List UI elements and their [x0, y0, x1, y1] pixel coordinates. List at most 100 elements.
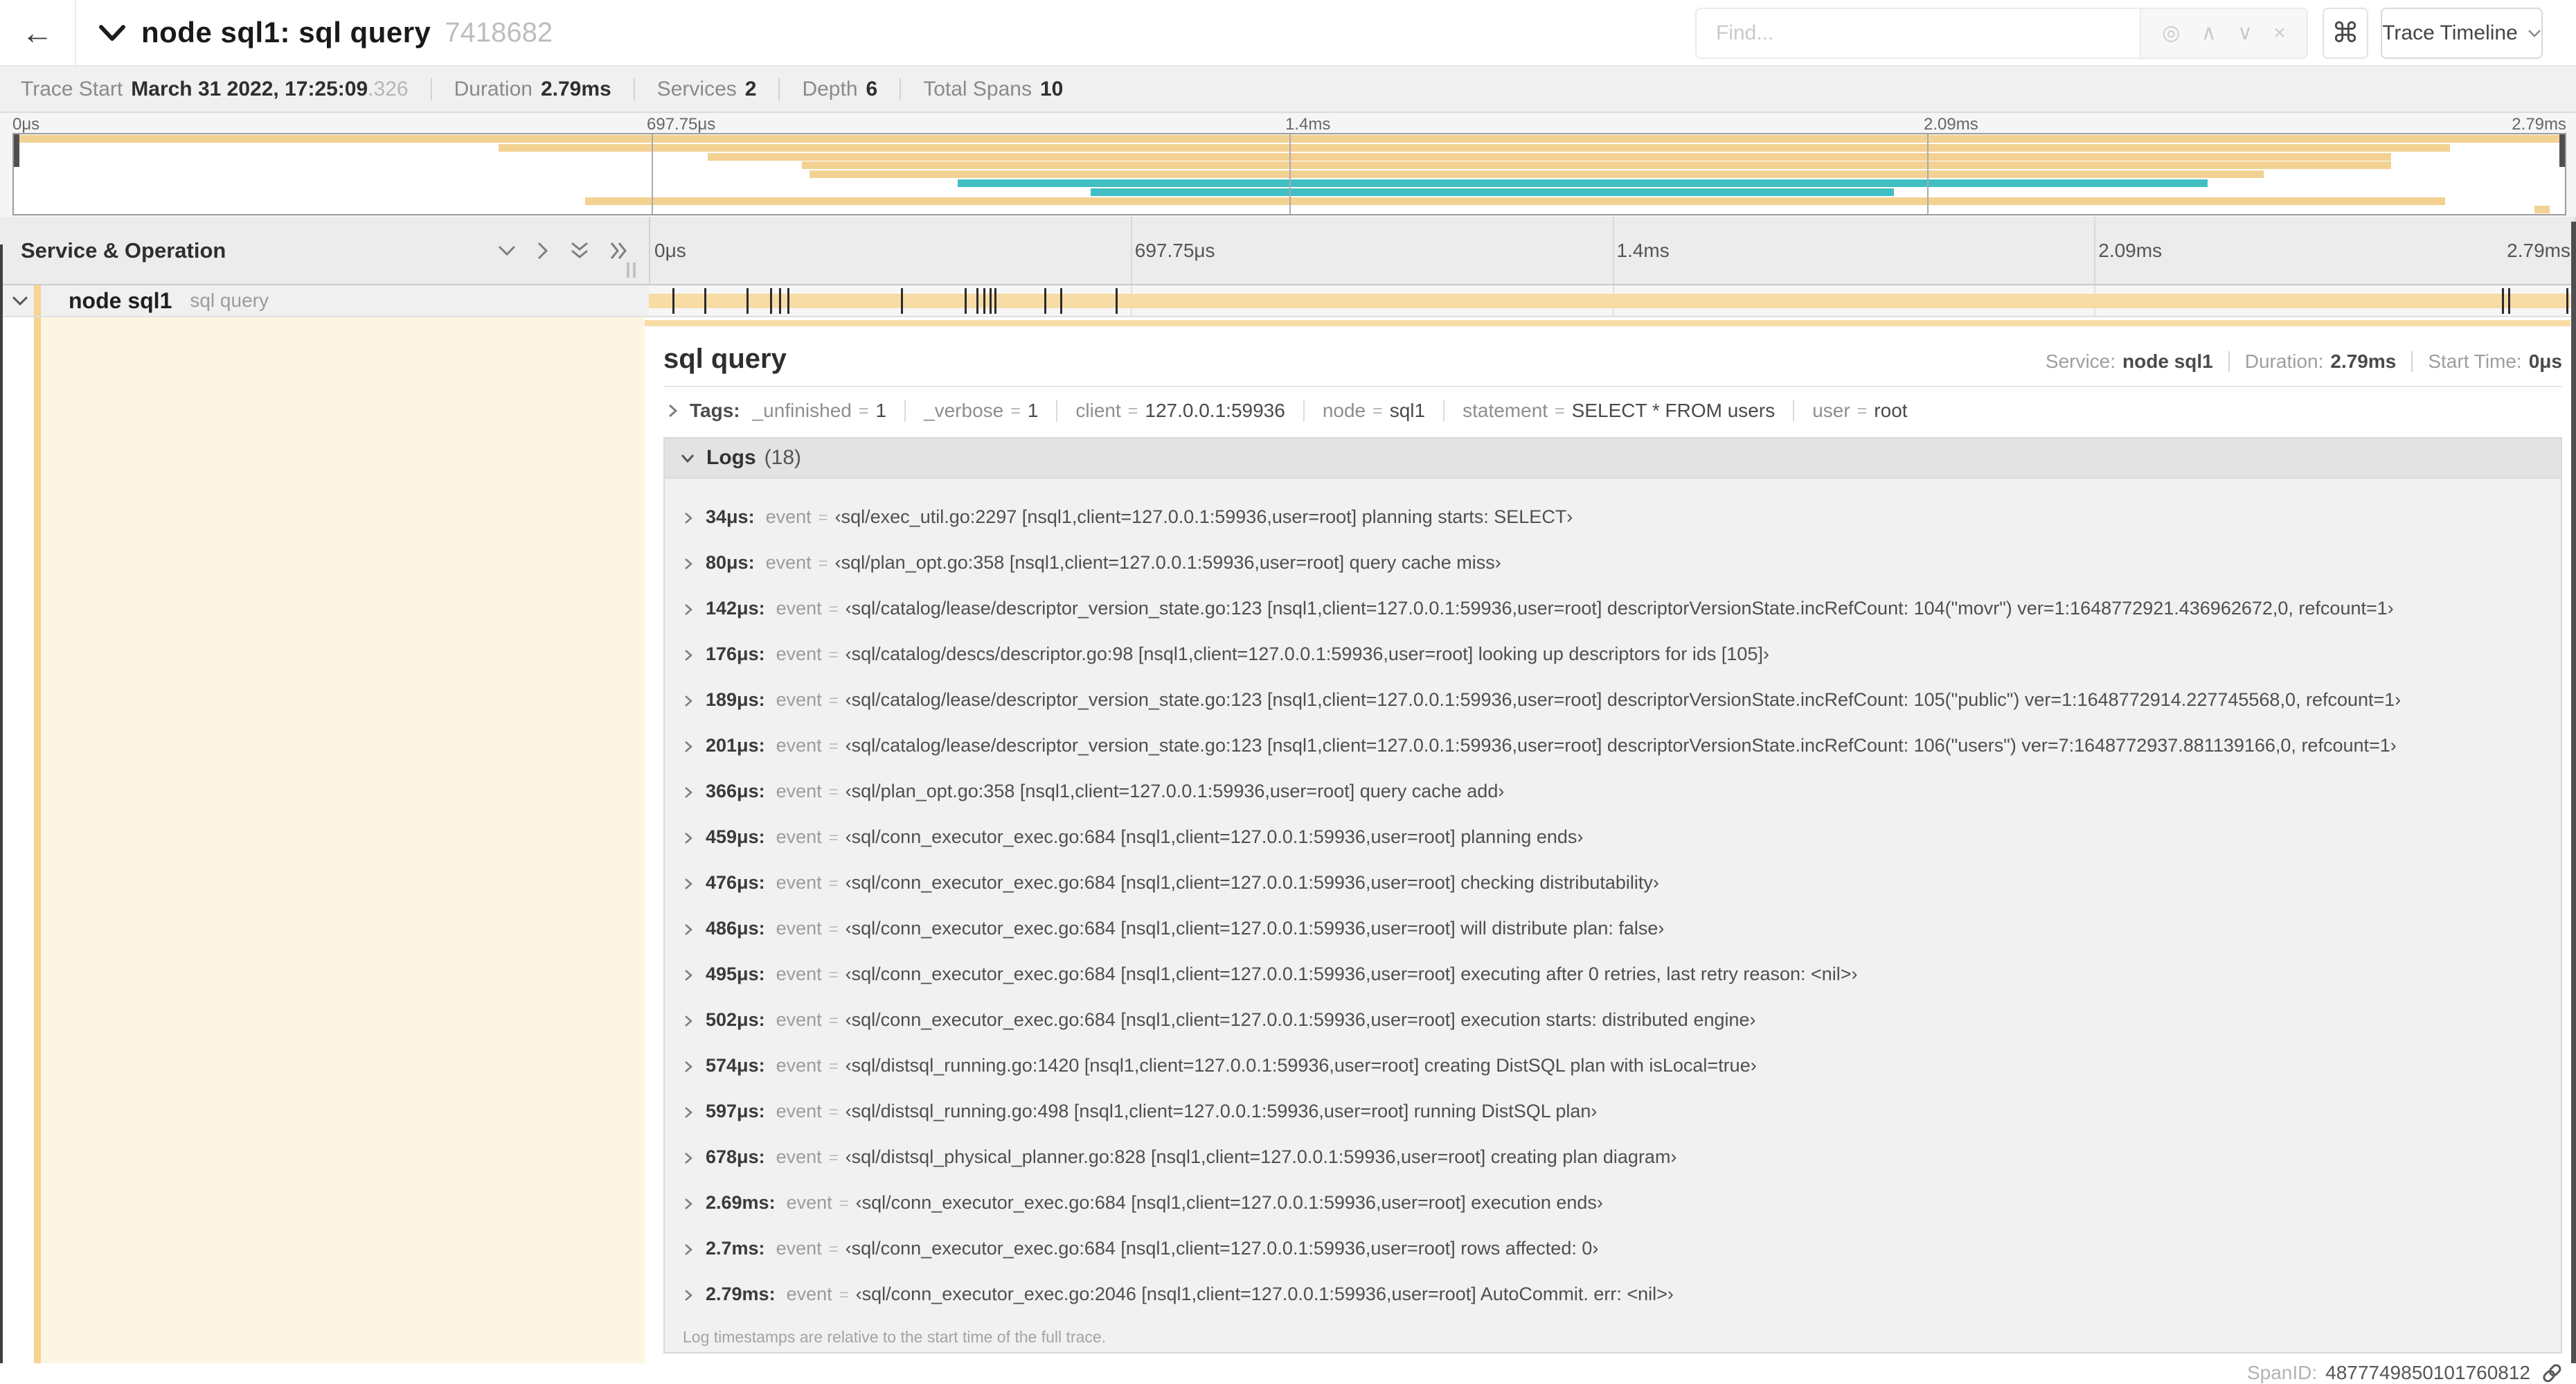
find-box [1695, 8, 2140, 59]
chevron-right-icon [685, 1198, 692, 1209]
log-field-value: ‹sql/catalog/lease/descriptor_version_st… [845, 735, 2397, 756]
log-time: 574μs: [706, 1055, 765, 1076]
tag-value: 1 [1027, 400, 1039, 421]
log-entry[interactable]: 176μs: event = ‹sql/catalog/descs/descri… [684, 642, 2561, 667]
span-duration-bar[interactable] [649, 294, 2570, 308]
log-field-value: ‹sql/exec_util.go:2297 [nsql1,client=127… [834, 506, 1573, 527]
expand-all-button[interactable] [609, 241, 629, 260]
log-marker-icon [983, 288, 986, 314]
minimap-gridline [1289, 134, 1291, 214]
log-equals: = [828, 691, 839, 710]
back-button[interactable]: ← [0, 0, 76, 65]
log-field-value: ‹sql/distsql_running.go:498 [nsql1,clien… [845, 1101, 1598, 1121]
service-operation-header: Service & Operation [21, 238, 226, 263]
log-equals: = [828, 783, 839, 801]
tag-item[interactable]: client = 127.0.0.1:59936 [1056, 400, 1285, 422]
back-arrow-icon: ← [21, 15, 53, 51]
page-title: node sql1: sql query [141, 16, 431, 48]
log-field-key: event [786, 1284, 832, 1304]
tags-row[interactable]: Tags: _unfinished = 1 _verbose = 1 clien… [663, 387, 2562, 432]
view-options-button[interactable]: Trace Timeline [2381, 8, 2543, 59]
minimap-span [802, 161, 2392, 169]
span-row-track[interactable] [649, 285, 2576, 316]
expand-one-button[interactable] [537, 241, 549, 260]
minimap-tick-1: 697.75μs [647, 115, 716, 134]
span-row[interactable]: node sql1 sql query [0, 285, 2576, 317]
locate-icon[interactable]: ◎ [2162, 23, 2180, 44]
logs-header[interactable]: Logs (18) [665, 438, 2561, 479]
minimap-left-handle[interactable] [14, 134, 19, 167]
log-field-value: ‹sql/distsql_running.go:1420 [nsql1,clie… [845, 1055, 1757, 1076]
column-resize-grip[interactable] [627, 263, 636, 278]
minimap-span [958, 179, 2208, 187]
log-entry[interactable]: 678μs: event = ‹sql/distsql_physical_pla… [684, 1145, 2561, 1170]
log-time: 2.69ms: [706, 1192, 776, 1213]
tag-item[interactable]: _verbose = 1 [904, 400, 1038, 422]
log-field-value: ‹sql/conn_executor_exec.go:2046 [nsql1,c… [855, 1284, 1674, 1304]
span-meta: Service: node sql1 Duration: 2.79ms Star… [2046, 351, 2562, 373]
log-field-key: event [776, 1055, 822, 1076]
prev-result-icon[interactable]: ∧ [2201, 23, 2217, 44]
log-field-value: ‹sql/conn_executor_exec.go:684 [nsql1,cl… [845, 1009, 1756, 1030]
tag-equals: = [1010, 400, 1021, 420]
log-time: 476μs: [706, 872, 765, 893]
collapse-one-button[interactable] [497, 245, 517, 257]
trace-meta-bar: Trace Start March 31 2022, 17:25:09.326 … [0, 66, 2576, 113]
logs-list: 34μs: event = ‹sql/exec_util.go:2297 [ns… [665, 505, 2561, 1307]
minimap-gridline [652, 134, 653, 214]
chevron-right-icon [685, 650, 692, 661]
logs-accordion: Logs (18) 34μs: event = ‹sql/exec_util.g… [663, 437, 2562, 1354]
minimap-span [1090, 188, 1895, 196]
minimap-canvas[interactable] [12, 133, 2566, 215]
log-entry[interactable]: 2.7ms: event = ‹sql/conn_executor_exec.g… [684, 1236, 2561, 1261]
log-entry[interactable]: 574μs: event = ‹sql/distsql_running.go:1… [684, 1054, 2561, 1079]
log-field-value: ‹sql/plan_opt.go:358 [nsql1,client=127.0… [834, 552, 1501, 573]
log-entry[interactable]: 459μs: event = ‹sql/conn_executor_exec.g… [684, 825, 2561, 850]
divider [2228, 351, 2230, 372]
tag-item[interactable]: node = sql1 [1303, 400, 1425, 422]
depth-label: Depth [802, 77, 858, 100]
log-field-value: ‹sql/plan_opt.go:358 [nsql1,client=127.0… [845, 781, 1505, 801]
log-entry[interactable]: 201μs: event = ‹sql/catalog/lease/descri… [684, 734, 2561, 758]
deep-link-button[interactable] [2541, 1363, 2562, 1383]
log-entry[interactable]: 476μs: event = ‹sql/conn_executor_exec.g… [684, 871, 2561, 896]
tag-item[interactable]: statement = SELECT * FROM users [1443, 400, 1775, 422]
span-detail-row: sql query Service: node sql1 Duration: 2… [0, 317, 2576, 1383]
log-entry[interactable]: 189μs: event = ‹sql/catalog/lease/descri… [684, 688, 2561, 713]
tag-item[interactable]: _unfinished = 1 [753, 400, 886, 422]
service-color-strip [34, 317, 41, 1363]
collapse-children-button[interactable] [11, 295, 29, 307]
log-entry[interactable]: 597μs: event = ‹sql/distsql_running.go:4… [684, 1099, 2561, 1124]
log-entry[interactable]: 34μs: event = ‹sql/exec_util.go:2297 [ns… [684, 505, 2561, 530]
collapse-all-button[interactable] [570, 241, 589, 260]
depth-value: 6 [866, 77, 878, 100]
left-scrollbar[interactable] [0, 245, 3, 1363]
log-marker-icon [1116, 288, 1118, 314]
collapse-trace-button[interactable] [98, 24, 126, 42]
log-entry[interactable]: 142μs: event = ‹sql/catalog/lease/descri… [684, 596, 2561, 621]
log-field-key: event [776, 644, 822, 664]
log-entry[interactable]: 495μs: event = ‹sql/conn_executor_exec.g… [684, 962, 2561, 987]
log-entry[interactable]: 2.69ms: event = ‹sql/conn_executor_exec.… [684, 1191, 2561, 1216]
vertical-scrollbar[interactable] [2571, 222, 2576, 1363]
log-entry[interactable]: 486μs: event = ‹sql/conn_executor_exec.g… [684, 916, 2561, 941]
total-spans-label: Total Spans [923, 77, 1032, 100]
log-equals: = [839, 1286, 849, 1304]
log-entry[interactable]: 80μs: event = ‹sql/plan_opt.go:358 [nsql… [684, 551, 2561, 576]
log-equals: = [828, 874, 839, 893]
tag-key: client [1075, 400, 1121, 421]
chevron-right-icon [685, 878, 692, 889]
log-marker-icon [672, 288, 674, 314]
log-entry[interactable]: 2.79ms: event = ‹sql/conn_executor_exec.… [684, 1282, 2561, 1307]
tag-item[interactable]: user = root [1793, 400, 1908, 422]
minimap-right-handle[interactable] [2559, 134, 2565, 167]
logs-count: (18) [764, 446, 802, 469]
keyboard-shortcuts-button[interactable]: ⌘ [2323, 8, 2368, 59]
next-result-icon[interactable]: ∨ [2237, 23, 2253, 44]
total-spans-value: 10 [1039, 77, 1064, 100]
log-equals: = [828, 1240, 839, 1259]
find-input[interactable] [1697, 9, 2140, 57]
log-entry[interactable]: 366μs: event = ‹sql/plan_opt.go:358 [nsq… [684, 779, 2561, 804]
clear-search-icon[interactable]: × [2273, 23, 2286, 44]
log-entry[interactable]: 502μs: event = ‹sql/conn_executor_exec.g… [684, 1008, 2561, 1033]
